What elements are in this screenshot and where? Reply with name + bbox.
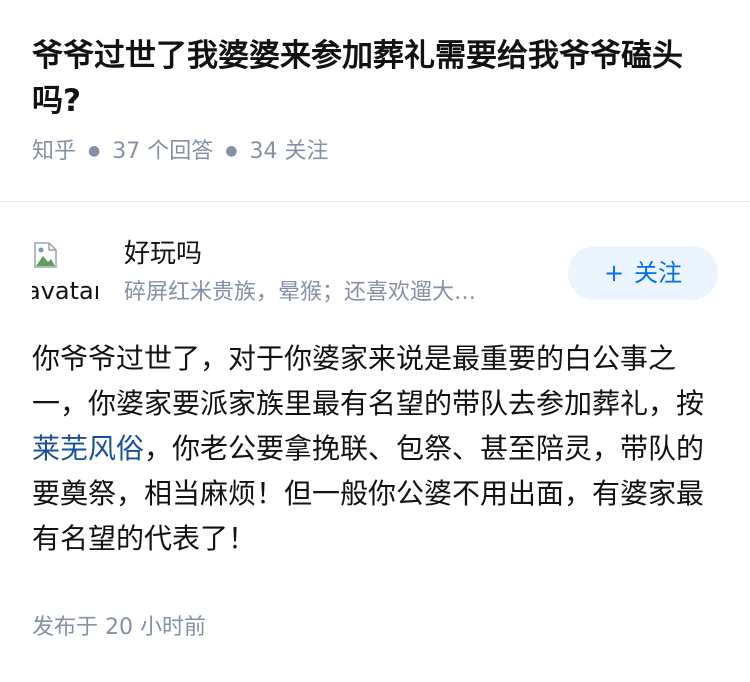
author-bio: 碎屏红米贵族，晕猴；还喜欢遛大… <box>124 280 477 305</box>
broken-image-icon <box>34 242 57 268</box>
plus-icon: + <box>603 259 625 287</box>
author-name[interactable]: 好玩吗 <box>124 236 202 272</box>
avatar[interactable]: avatar <box>32 240 98 306</box>
separator-dot: ● <box>225 143 238 159</box>
question-title[interactable]: 爷爷过世了我婆婆来参加葬礼需要给我爷爷磕头吗? <box>32 34 722 124</box>
author-card: avatar 好玩吗 碎屏红米贵族，晕猴；还喜欢遛大… + 关注 <box>32 236 718 310</box>
source-label[interactable]: 知乎 <box>32 139 76 164</box>
question-meta: 知乎 ● 37 个回答 ● 34 关注 <box>32 136 722 167</box>
follower-count: 34 关注 <box>249 139 329 164</box>
avatar-alt-text: avatar <box>32 277 98 305</box>
follow-label: 关注 <box>634 259 683 287</box>
answer-text: 你爷爷过世了，对于你婆家来说是最重要的白公事之一，你婆家要派家族里最有名望的带队… <box>32 342 705 420</box>
answer-count[interactable]: 37 个回答 <box>112 139 213 164</box>
laiwu-custom-link[interactable]: 莱芜风俗 <box>32 432 144 465</box>
answer-content: 你爷爷过世了，对于你婆家来说是最重要的白公事之一，你婆家要派家族里最有名望的带队… <box>32 336 712 561</box>
publish-time: 发布于 20 小时前 <box>32 615 206 640</box>
separator-dot: ● <box>88 143 101 159</box>
divider <box>0 201 750 202</box>
follow-button[interactable]: + 关注 <box>568 246 718 300</box>
question-header: 爷爷过世了我婆婆来参加葬礼需要给我爷爷磕头吗? 知乎 ● 37 个回答 ● 34 关注 <box>32 34 722 167</box>
